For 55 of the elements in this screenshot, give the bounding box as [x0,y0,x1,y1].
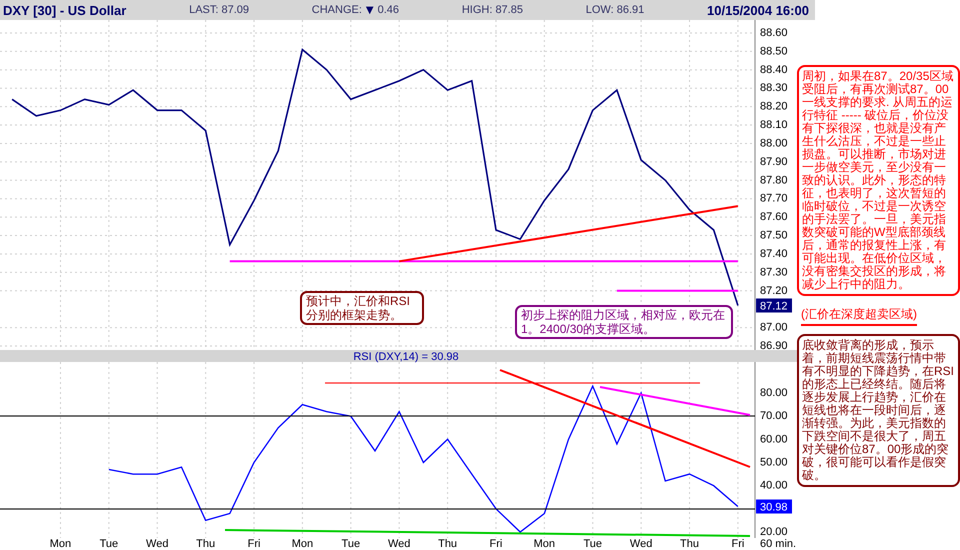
axis-label: 87.20 [760,284,788,297]
axis-label: 86.90 [760,340,788,350]
day-label: Mon [534,538,556,550]
day-label: Thu [680,538,699,550]
axis-label: 88.20 [760,100,788,113]
day-label: Wed [146,538,168,550]
axis-label: 87.00 [760,322,788,334]
day-label: Wed [388,538,410,550]
axis-label: 40.00 [760,480,788,492]
interval-label: 60 min. [760,538,796,550]
annotation-note: 底收敛背离的形成，预示着，前期短线震荡行情中带有不明显的下降趋势，在RSI 的形态上已经终结。随后将逐步发展上行趋势，汇价在短线也将在一段时间后，逐渐转强。为此，美元指数的下跌空间不是很大了，周五对关键价位87。00形成的突破，很可能可以看作是假突破。 [797,334,960,487]
axis-label: 87.30 [760,266,788,278]
current-price-label: 87.12 [760,300,788,312]
axis-label: 20.00 [760,526,788,538]
axis-label: 88.50 [760,45,788,58]
axis-label: 70.00 [760,410,788,422]
axis-label: 80.00 [760,387,788,400]
axis-label: 88.40 [760,64,788,76]
axis-label: 87.60 [760,211,788,224]
axis-label: 87.90 [760,156,788,168]
axis-label: 88.00 [760,137,788,150]
symbol-title: DXY [30] - US Dollar [3,2,126,18]
axis-label: 88.10 [760,119,788,132]
axis-label: 60.00 [760,433,788,446]
annotation-note: (汇价在深度超卖区域) [801,308,917,326]
day-label: Tue [583,538,602,550]
low-price: LOW: 86.91 [586,4,644,16]
axis-label: 87.50 [760,230,788,242]
high-price: HIGH: 87.85 [462,4,523,16]
day-label: Thu [196,538,216,550]
axis-label: 88.30 [760,82,788,94]
axis-label: 50.00 [760,456,788,468]
change-label: CHANGE: [312,4,362,16]
day-label: Wed [630,538,652,550]
change-arrow: ▼ [366,4,374,16]
day-label: Tue [342,538,360,550]
last-price: LAST: 87.09 [189,4,250,16]
annotation-note: 周初，如果在87。20/35区域受阻后，有再次测试87。00一线支撑的要求. 从周五的运行特征 ----- 破位后，价位没有下探很深，也就是没有产生什么沽压，不过是一些止损盘。可以推断，市场对进一步做空美元，至少没有一致的认识。此外，形态的特征，也表明了，这次暂短的临时破位，不过是一次诱空的手法罢了。一旦，美元指数突破可能的W型底部颈线后，通常的报复性上涨，有可能出现。在低价位区域，没有密集交投区的形成，将减少上行中的阻力。 [797,65,960,296]
day-label: Thu [438,538,458,550]
day-label: Fri [248,538,260,550]
day-label: Fri [490,538,502,550]
day-label: Tue [100,538,118,550]
axis-label: 87.70 [760,192,788,205]
axis-label: 87.40 [760,248,788,260]
axis-label: 87.80 [760,174,788,186]
change-value: 0.46 [378,4,400,16]
date-time: 10/15/2004 16:00 [707,2,809,18]
day-label: Mon [50,538,72,550]
day-label: Mon [292,538,314,550]
current-rsi-label: 30.98 [760,502,788,514]
day-label: Fri [732,538,744,550]
chart-callout: 预计中，汇价和RSI分别的框架走势。 [300,291,424,325]
axis-label: 88.60 [760,27,788,39]
chart-callout: 初步上探的阻力区域，相对应，欧元在1。2400/30的支撑区域。 [515,305,733,339]
rsi-title: RSI (DXY,14) = 30.98 [353,351,459,363]
